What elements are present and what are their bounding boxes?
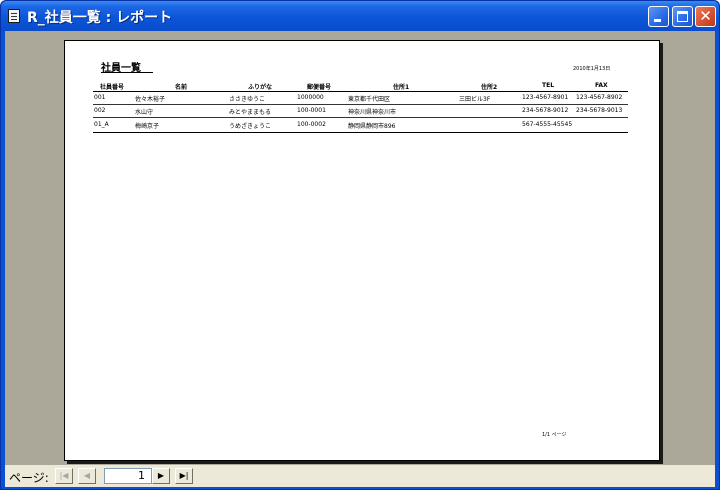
cell-postal-code: 100-0001 bbox=[297, 107, 326, 114]
cell-address1: 東京都千代田区 bbox=[348, 96, 391, 103]
header-name: 名前 bbox=[175, 84, 188, 91]
cell-furigana: みとやままもる bbox=[229, 109, 272, 116]
header-address2: 住所2 bbox=[481, 84, 498, 91]
cell-fax: 123-4567-8902 bbox=[576, 94, 623, 101]
row-rule bbox=[93, 117, 628, 118]
header-address1: 住所1 bbox=[393, 84, 410, 91]
maximize-icon bbox=[677, 11, 688, 22]
current-page-input[interactable]: 1 bbox=[104, 468, 152, 484]
cell-name: 梅崎京子 bbox=[135, 123, 160, 130]
last-page-icon: ▶| bbox=[179, 471, 189, 480]
page-label: ページ: bbox=[9, 471, 49, 485]
cell-tel: 234-5678-9012 bbox=[522, 107, 569, 114]
cell-name: 水山守 bbox=[135, 109, 154, 116]
first-page-icon: |◀ bbox=[59, 471, 69, 480]
navigation-bar: ページ: |◀ ◀ 1 ▶ ▶| bbox=[5, 465, 715, 487]
next-page-icon: ▶ bbox=[157, 471, 165, 480]
cell-furigana: うめざきょうこ bbox=[229, 123, 272, 130]
header-fax: FAX bbox=[595, 82, 608, 89]
cell-employee-id: 002 bbox=[94, 107, 106, 114]
report-window: R_社員一覧 : レポート ✕ 社員一覧 2010年1月13日 社員番号 名前 … bbox=[0, 0, 720, 490]
header-furigana: ふりがな bbox=[248, 84, 273, 91]
page-number: 1/1 ページ bbox=[542, 432, 567, 438]
header-employee-id: 社員番号 bbox=[100, 84, 125, 91]
previous-page-button[interactable]: ◀ bbox=[78, 468, 96, 484]
table-bottom-rule bbox=[93, 132, 628, 133]
maximize-button[interactable] bbox=[672, 6, 693, 27]
cell-employee-id: 01_A bbox=[94, 121, 109, 128]
next-page-button[interactable]: ▶ bbox=[152, 468, 170, 484]
cell-address2: 三田ビル3F bbox=[459, 96, 491, 103]
header-postal-code: 郵便番号 bbox=[307, 84, 332, 91]
last-page-button[interactable]: ▶| bbox=[175, 468, 193, 484]
cell-postal-code: 100-0002 bbox=[297, 121, 326, 128]
close-icon: ✕ bbox=[699, 7, 712, 25]
cell-employee-id: 001 bbox=[94, 94, 106, 101]
close-button[interactable]: ✕ bbox=[695, 6, 716, 27]
first-page-button[interactable]: |◀ bbox=[55, 468, 73, 484]
title-bar[interactable]: R_社員一覧 : レポート ✕ bbox=[1, 1, 719, 31]
header-rule bbox=[93, 91, 628, 92]
cell-address1: 静岡県静岡市896 bbox=[348, 123, 396, 130]
cell-postal-code: 1000000 bbox=[297, 94, 324, 101]
cell-tel: 123-4567-8901 bbox=[522, 94, 569, 101]
report-date: 2010年1月13日 bbox=[573, 66, 611, 72]
previous-page-icon: ◀ bbox=[83, 471, 91, 480]
cell-fax: 234-5678-9013 bbox=[576, 107, 623, 114]
header-tel: TEL bbox=[542, 82, 555, 89]
report-page: 社員一覧 2010年1月13日 社員番号 名前 ふりがな 郵便番号 住所1 住所… bbox=[64, 40, 660, 461]
minimize-button[interactable] bbox=[648, 6, 669, 27]
row-rule bbox=[93, 104, 628, 105]
minimize-icon bbox=[654, 19, 661, 22]
report-icon bbox=[8, 9, 20, 23]
cell-furigana: ささきゆうこ bbox=[229, 96, 266, 103]
title-underline bbox=[101, 72, 153, 73]
cell-name: 佐々木裕子 bbox=[135, 96, 166, 103]
cell-tel: 567-4555-45545 bbox=[522, 121, 573, 128]
preview-area[interactable]: 社員一覧 2010年1月13日 社員番号 名前 ふりがな 郵便番号 住所1 住所… bbox=[5, 31, 715, 465]
window-title: R_社員一覧 : レポート bbox=[27, 10, 173, 26]
cell-address1: 神奈川県神奈川市 bbox=[348, 109, 397, 116]
